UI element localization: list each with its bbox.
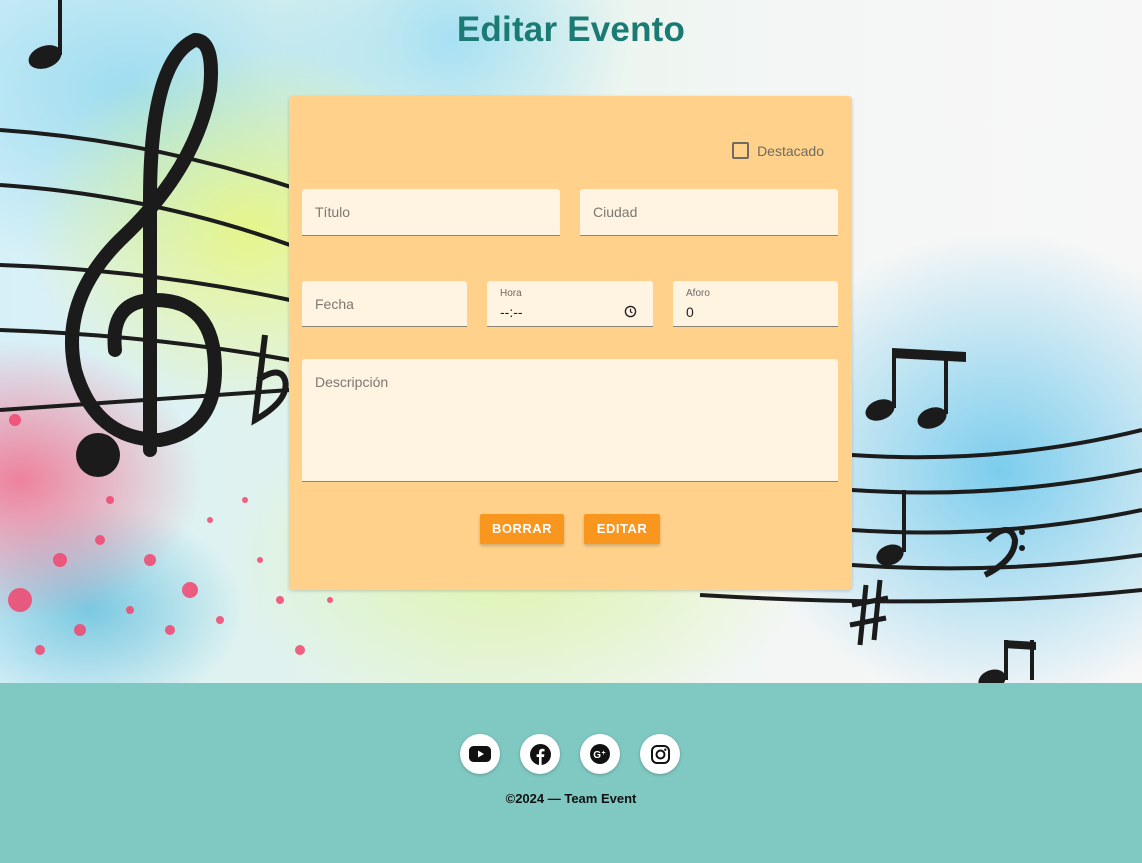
social-links: G + <box>460 734 680 774</box>
capacity-label: Aforo <box>686 288 710 299</box>
featured-label: Destacado <box>757 142 824 159</box>
time-label: Hora <box>500 288 522 299</box>
date-field[interactable]: Fecha <box>302 281 467 327</box>
youtube-link[interactable] <box>460 734 500 774</box>
city-field[interactable]: Ciudad <box>580 189 838 236</box>
page-title: Editar Evento <box>456 10 686 49</box>
google-plus-icon: G + <box>590 744 610 764</box>
copyright-text: ©2024 — Team Event <box>505 791 637 806</box>
instagram-link[interactable] <box>640 734 680 774</box>
facebook-link[interactable] <box>520 734 560 774</box>
youtube-icon <box>469 746 491 762</box>
description-field[interactable]: Descripción <box>302 359 838 482</box>
edit-button[interactable]: EDITAR <box>584 514 660 544</box>
clock-icon[interactable] <box>624 305 637 318</box>
featured-checkbox-row[interactable]: Destacado <box>732 142 824 159</box>
instagram-icon <box>650 744 670 764</box>
svg-text:+: + <box>602 750 606 757</box>
footer: G + ©2024 — Team Event <box>0 683 1142 863</box>
description-placeholder: Descripción <box>315 374 389 390</box>
google-plus-link[interactable]: G + <box>580 734 620 774</box>
paint-splatter <box>8 414 333 655</box>
flat-sign <box>251 334 289 426</box>
sharp-sign <box>849 579 889 646</box>
event-form: Destacado Título Ciudad Fecha Hora --:--… <box>289 96 852 590</box>
treble-clef <box>65 32 223 477</box>
delete-button[interactable]: BORRAR <box>480 514 564 544</box>
city-placeholder: Ciudad <box>593 204 638 220</box>
featured-checkbox[interactable] <box>732 142 750 159</box>
facebook-icon <box>529 743 551 765</box>
svg-text:G: G <box>593 750 601 761</box>
capacity-field[interactable]: Aforo 0 <box>673 281 838 327</box>
title-placeholder: Título <box>315 204 351 220</box>
capacity-value: 0 <box>686 304 694 320</box>
title-field[interactable]: Título <box>302 189 560 236</box>
time-field[interactable]: Hora --:-- <box>487 281 653 327</box>
date-placeholder: Fecha <box>315 296 354 312</box>
time-value: --:-- <box>500 304 523 320</box>
